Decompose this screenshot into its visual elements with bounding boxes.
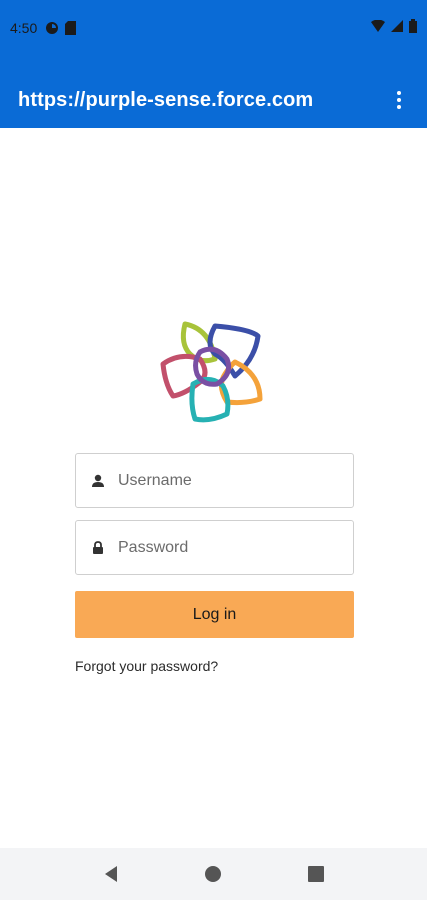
browser-toolbar: https://purple-sense.force.com bbox=[0, 72, 427, 128]
data-saver-icon bbox=[45, 21, 59, 35]
lock-icon bbox=[90, 540, 106, 556]
more-vert-icon[interactable] bbox=[389, 86, 409, 114]
knot-star-logo bbox=[160, 321, 263, 423]
home-icon[interactable] bbox=[198, 859, 228, 889]
password-field[interactable] bbox=[75, 520, 354, 575]
back-icon[interactable] bbox=[96, 859, 126, 889]
username-input[interactable] bbox=[118, 471, 338, 490]
status-right-icons bbox=[371, 18, 417, 38]
sd-card-icon bbox=[65, 21, 77, 35]
wifi-icon bbox=[371, 19, 385, 37]
recents-icon[interactable] bbox=[301, 859, 331, 889]
battery-icon bbox=[409, 18, 417, 38]
system-nav-bar bbox=[0, 848, 427, 900]
login-button[interactable]: Log in bbox=[75, 591, 354, 638]
status-time: 4:50 bbox=[10, 20, 38, 36]
cell-signal-icon bbox=[391, 19, 403, 37]
user-icon bbox=[90, 473, 106, 489]
app-bar: 4:50 https://purple-sense.force.com bbox=[0, 0, 427, 128]
status-bar: 4:50 bbox=[0, 0, 427, 56]
url-text: https://purple-sense.force.com bbox=[18, 88, 314, 111]
password-input[interactable] bbox=[118, 538, 338, 557]
forgot-password-link[interactable]: Forgot your password? bbox=[75, 658, 218, 674]
username-field[interactable] bbox=[75, 453, 354, 508]
